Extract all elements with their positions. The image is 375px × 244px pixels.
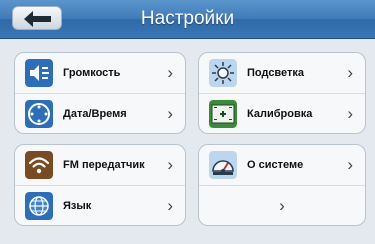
menu-item-label: FM передатчик [63,159,145,171]
menu-item-label: Громкость [63,67,121,79]
menu-item-label: Калибровка [247,108,313,120]
menu-item-volume[interactable]: Громкость › [15,53,185,94]
globe-icon [25,192,53,220]
page-title: Настройки [140,8,235,29]
panel-audio-time: Громкость › Дата/Время › [14,52,186,134]
clock-icon [25,100,53,128]
chevron-right-icon: › [347,155,353,174]
calibration-icon [209,100,237,128]
menu-item-fm-transmitter[interactable]: FM передатчик › [15,145,185,186]
menu-item-label: Дата/Время [63,108,127,120]
menu-item-label: Язык [63,200,92,212]
panel-system: О системе › › [198,144,366,226]
panel-radio-language: FM передатчик › Язык › [14,144,186,226]
menu-item-language[interactable]: Язык › [15,186,185,225]
menu-item-more[interactable]: › [199,186,365,225]
menu-item-label: О системе [247,159,304,171]
menu-item-backlight[interactable]: Подсветка › [199,53,365,94]
fm-wireless-icon [25,151,53,179]
chevron-right-icon: › [167,63,173,82]
menu-item-label: Подсветка [247,67,305,79]
chevron-right-icon: › [347,63,353,82]
chevron-right-icon: › [167,155,173,174]
system-info-icon [209,151,237,179]
backlight-sun-icon [209,59,237,87]
chevron-right-icon: › [167,104,173,123]
title-bar: Настройки [0,0,375,39]
speaker-icon [25,59,53,87]
chevron-right-icon: › [167,196,173,215]
menu-item-date-time[interactable]: Дата/Время › [15,94,185,133]
menu-item-about-system[interactable]: О системе › [199,145,365,186]
panel-display: Подсветка › Калибровка › [198,52,366,134]
chevron-right-icon: › [279,196,285,215]
chevron-right-icon: › [347,104,353,123]
menu-item-calibration[interactable]: Калибровка › [199,94,365,133]
